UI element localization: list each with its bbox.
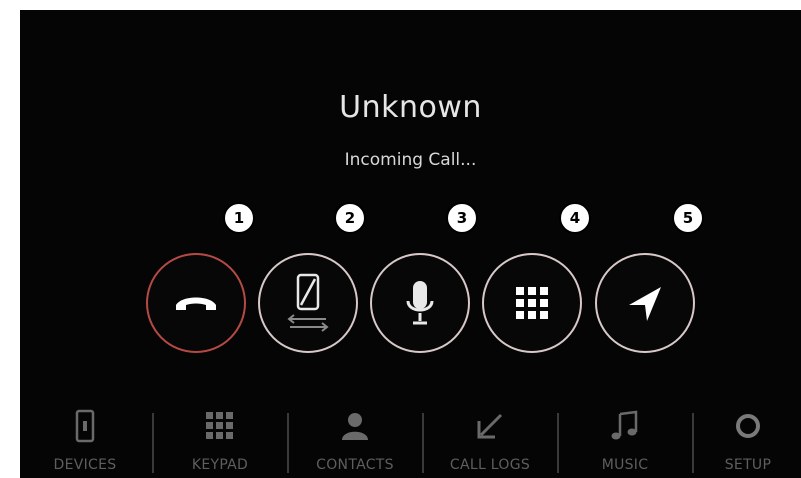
tab-label: CALL LOGS bbox=[449, 457, 531, 473]
tab-setup[interactable]: SETUP bbox=[695, 395, 801, 478]
bottom-navigation-bar: DEVICES KEYPAD CONTACTS CALL LOGS MUSIC … bbox=[20, 395, 801, 478]
navigation-arrow-icon bbox=[629, 287, 661, 321]
keypad-grid-icon bbox=[516, 287, 548, 319]
tab-label: SETUP bbox=[724, 457, 772, 473]
tab-divider bbox=[422, 413, 424, 473]
tab-label: KEYPAD bbox=[191, 457, 249, 473]
gear-icon bbox=[736, 414, 760, 438]
callout-1: 1 bbox=[223, 202, 255, 234]
tab-divider bbox=[557, 413, 559, 473]
call-log-arrow-icon bbox=[477, 413, 503, 439]
tab-divider bbox=[152, 413, 154, 473]
tab-keypad[interactable]: KEYPAD bbox=[155, 395, 285, 478]
music-note-icon bbox=[611, 410, 638, 440]
callout-4: 4 bbox=[559, 202, 591, 234]
callout-3: 3 bbox=[446, 202, 478, 234]
phone-transfer-icon bbox=[287, 273, 329, 332]
microphone-icon bbox=[406, 281, 434, 325]
tab-music[interactable]: MUSIC bbox=[560, 395, 690, 478]
phone-hangup-icon bbox=[176, 297, 216, 310]
callout-5: 5 bbox=[672, 202, 704, 234]
tab-call-logs[interactable]: CALL LOGS bbox=[425, 395, 555, 478]
call-status: Incoming Call... bbox=[344, 150, 477, 170]
contact-person-icon bbox=[342, 413, 368, 440]
tab-divider bbox=[692, 413, 694, 473]
tab-label: MUSIC bbox=[601, 457, 649, 473]
transfer-call-button[interactable] bbox=[258, 253, 358, 353]
keypad-icon bbox=[206, 412, 233, 439]
tab-label: CONTACTS bbox=[316, 457, 394, 473]
tab-divider bbox=[287, 413, 289, 473]
navigation-button[interactable] bbox=[595, 253, 695, 353]
phone-call-screen: Unknown Incoming Call... 1 2 3 4 5 DEVIC… bbox=[20, 10, 801, 478]
mute-microphone-button[interactable] bbox=[370, 253, 470, 353]
caller-name: Unknown bbox=[339, 90, 482, 125]
device-icon bbox=[75, 409, 95, 443]
callout-2: 2 bbox=[334, 202, 366, 234]
tab-devices[interactable]: DEVICES bbox=[20, 395, 150, 478]
keypad-button[interactable] bbox=[482, 253, 582, 353]
tab-label: DEVICES bbox=[53, 457, 117, 473]
tab-contacts[interactable]: CONTACTS bbox=[290, 395, 420, 478]
reject-call-button[interactable] bbox=[146, 253, 246, 353]
